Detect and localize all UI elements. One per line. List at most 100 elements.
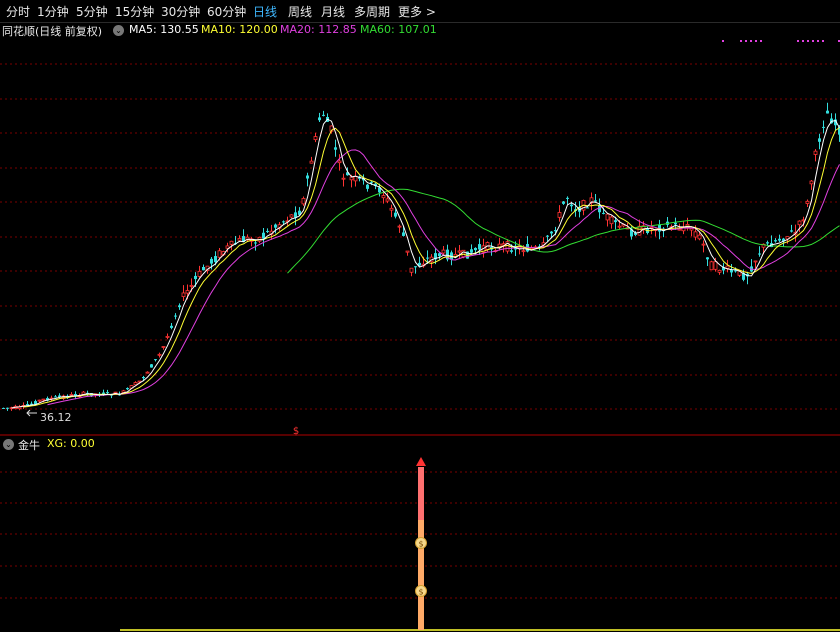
- candle-body: [562, 201, 565, 204]
- marker-dot: [807, 40, 809, 42]
- candle-body: [614, 220, 617, 223]
- signal-bar: $ $: [415, 457, 427, 630]
- candle-body: [334, 147, 337, 150]
- candle-body: [157, 353, 162, 356]
- candle-body: [402, 232, 405, 236]
- candle-body: [274, 224, 277, 228]
- candle-body: [550, 231, 553, 234]
- candle-body: [461, 249, 466, 258]
- indicator-legend: 同花顺(日线 前复权) ⌄ MA5: 130.55 MA10: 120.00 M…: [0, 23, 840, 39]
- candle-body: [41, 398, 46, 401]
- candle-body: [649, 226, 654, 229]
- candle-body: [397, 225, 402, 228]
- candle-body: [474, 247, 477, 251]
- svg-text:$: $: [418, 588, 423, 597]
- marker-dot: [797, 40, 799, 42]
- candle-body: [566, 197, 569, 199]
- candle-body: [778, 238, 781, 241]
- chevron-down-icon[interactable]: ⌄: [3, 439, 14, 450]
- up-arrow-icon: [416, 457, 426, 466]
- candle-body: [693, 231, 698, 238]
- candle-body: [602, 212, 605, 214]
- candle-body: [805, 200, 810, 204]
- candle-body: [341, 177, 346, 180]
- candle-body: [178, 305, 181, 308]
- low-price-label: 36.12: [40, 411, 72, 424]
- candle-body: [301, 198, 306, 205]
- candle-body: [142, 377, 145, 379]
- marker-dot: [812, 40, 814, 42]
- candle-body: [426, 257, 429, 259]
- svg-text:$: $: [418, 540, 423, 549]
- marker-dot: [722, 40, 724, 42]
- candle-body: [262, 232, 265, 239]
- candle-body: [322, 114, 325, 116]
- candle-body: [202, 267, 205, 271]
- candle-body: [385, 198, 390, 202]
- candle-body: [470, 249, 473, 253]
- chevron-down-icon[interactable]: ⌄: [113, 25, 124, 36]
- candle-body: [237, 238, 242, 241]
- candle-body: [478, 244, 481, 250]
- candle-body: [2, 407, 5, 409]
- candle-body: [225, 245, 230, 249]
- candle-body: [709, 261, 714, 271]
- chart-canvas[interactable]: $ $ $: [0, 0, 840, 632]
- ma20-line: [47, 149, 840, 406]
- sub-indicator-legend: ⌄ 金牛 XG: 0.00: [0, 437, 840, 453]
- candle-body: [54, 396, 57, 398]
- candle-body: [797, 220, 802, 226]
- marker-dot: [817, 40, 819, 42]
- xg-label: XG: 0.00: [47, 437, 95, 450]
- candle-body: [594, 200, 597, 202]
- candle-body: [753, 260, 758, 263]
- signal-marker-icon: $: [293, 426, 299, 437]
- candle-body: [414, 266, 417, 268]
- marker-dot: [760, 40, 762, 42]
- candle-body: [689, 227, 694, 231]
- candle-body: [349, 176, 354, 181]
- candle-body: [106, 392, 109, 394]
- candle-body: [697, 234, 702, 240]
- candle-body: [197, 270, 202, 277]
- sub-indicator-title: 金牛: [18, 439, 40, 452]
- candle-body: [313, 136, 318, 141]
- marker-dot: [802, 40, 804, 42]
- candle-body: [774, 240, 777, 242]
- candle-body: [758, 253, 761, 255]
- marker-dot: [740, 40, 742, 42]
- marker-dot: [822, 40, 824, 42]
- candle-body: [381, 195, 386, 199]
- candle-body: [254, 242, 257, 244]
- candle-body: [318, 117, 321, 121]
- candle-body: [289, 214, 294, 218]
- candle-body: [510, 250, 513, 252]
- candle-body: [389, 207, 394, 211]
- candle-body: [170, 325, 173, 328]
- candle-body: [809, 180, 814, 185]
- ma5-label: MA5: 130.55: [129, 23, 199, 36]
- candle-body: [145, 371, 150, 374]
- candle-body: [337, 160, 342, 164]
- ma10-label: MA10: 120.00: [201, 23, 278, 36]
- candle-body: [150, 364, 153, 368]
- candle-body: [717, 269, 722, 273]
- candle-body: [214, 256, 217, 263]
- candle-body: [174, 315, 177, 317]
- candle-body: [189, 285, 194, 287]
- candle-body: [309, 160, 314, 164]
- candle-body: [826, 110, 829, 114]
- candle-body: [713, 261, 718, 270]
- candle-body: [405, 250, 410, 253]
- candle-body: [818, 138, 821, 142]
- candle-body: [822, 126, 825, 128]
- candle-body: [438, 253, 441, 257]
- candle-body: [217, 250, 222, 258]
- top-right-markers: [722, 40, 840, 42]
- stock-title: 同花顺(日线 前复权): [2, 25, 103, 38]
- candlestick-series: [2, 102, 840, 411]
- candle-body: [441, 249, 446, 254]
- candle-body: [766, 242, 769, 244]
- candle-body: [37, 399, 42, 402]
- candle-body: [521, 250, 526, 253]
